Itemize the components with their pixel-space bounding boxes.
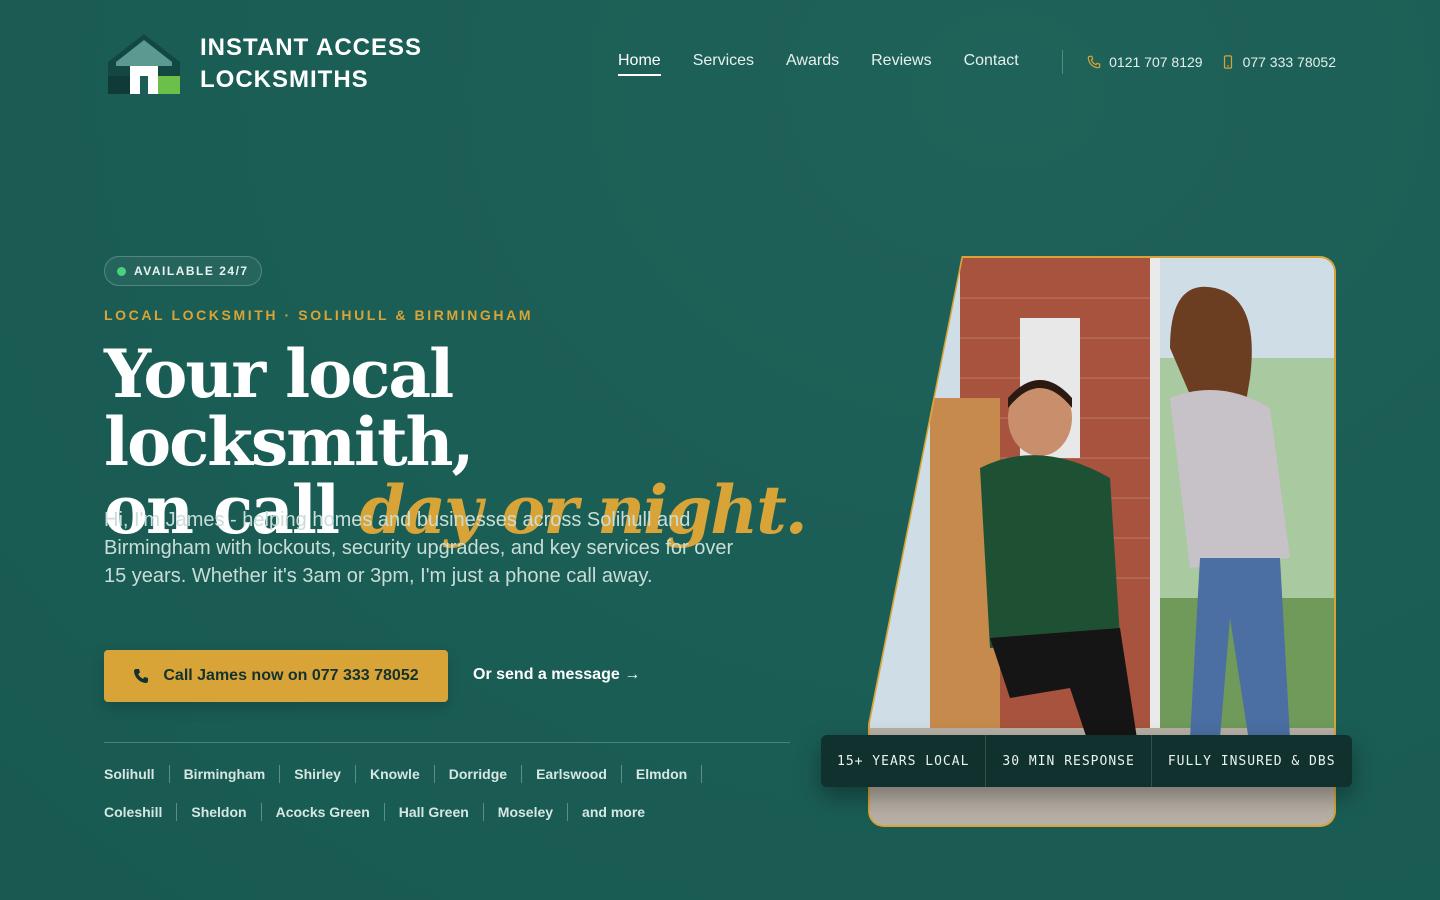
brand-line-2: LOCKSMITHS — [200, 66, 369, 93]
status-dot — [117, 266, 126, 276]
area-separator — [433, 765, 435, 783]
service-areas: Solihull Birmingham Shirley Knowle Dorri… — [104, 765, 744, 821]
mobile-phone-icon — [1223, 55, 1232, 69]
cta-label: Call James now on 077 333 78052 — [163, 667, 419, 684]
landline-link[interactable]: 0121 707 8129 — [1087, 54, 1203, 70]
area-label: Knowle — [369, 766, 420, 782]
phone-icon — [1087, 55, 1101, 69]
nav-home[interactable]: Home — [618, 52, 661, 76]
area-item[interactable]: Knowle — [370, 765, 449, 783]
brand-line-1: INSTANT ACCESS — [200, 34, 423, 61]
landline-number: 0121 707 8129 — [1109, 54, 1203, 70]
area-label: Shirley — [294, 766, 341, 782]
mobile-number: 077 333 78052 — [1242, 54, 1336, 70]
area-item[interactable]: Elmdon — [636, 765, 716, 783]
call-james-button[interactable]: Call James now on 077 333 78052 — [104, 650, 448, 702]
stat-insured: FULLY INSURED & DBS — [1150, 735, 1352, 787]
brand-name[interactable]: INSTANT ACCESS LOCKSMITHS — [200, 32, 422, 96]
area-item[interactable]: Coleshill — [104, 803, 191, 821]
nav-divider — [1062, 50, 1063, 74]
area-separator — [354, 765, 356, 783]
hero-eyebrow: LOCAL LOCKSMITH · SOLIHULL & BIRMINGHAM — [104, 307, 534, 323]
area-label: Hall Green — [398, 804, 469, 820]
area-separator — [567, 803, 569, 821]
area-label: Acocks Green — [275, 804, 370, 820]
area-separator — [279, 765, 281, 783]
site-header: INSTANT ACCESS LOCKSMITHS Home Services … — [104, 30, 1336, 100]
stats-bar: 15+ YEARS LOCAL 30 MIN RESPONSE FULLY IN… — [821, 735, 1352, 787]
divider — [104, 742, 790, 743]
hero-intro: Hi, I'm James - helping homes and busine… — [104, 509, 734, 587]
area-label: Elmdon — [635, 766, 688, 782]
stat-years: 15+ YEARS LOCAL — [837, 753, 970, 769]
area-item[interactable]: Hall Green — [399, 803, 498, 821]
area-item[interactable]: Sheldon — [191, 803, 275, 821]
area-item[interactable]: Earlswood — [536, 765, 636, 783]
area-label: Coleshill — [104, 804, 163, 820]
area-item[interactable]: Solihull — [104, 765, 184, 783]
availability-badge: AVAILABLE 24/7 — [104, 256, 262, 286]
headline-line-1: Your local locksmith, — [104, 335, 475, 481]
header-phones: 0121 707 8129 077 333 78052 — [1087, 54, 1336, 70]
area-label: Solihull — [104, 766, 155, 782]
area-item[interactable]: Dorridge — [449, 765, 536, 783]
mobile-link[interactable]: 077 333 78052 — [1221, 54, 1336, 70]
area-separator — [482, 803, 484, 821]
area-label: Dorridge — [448, 766, 508, 782]
area-item[interactable]: Shirley — [294, 765, 370, 783]
send-message-link[interactable]: Or send a message → — [473, 666, 640, 684]
area-item[interactable]: Acocks Green — [276, 803, 399, 821]
house-logo-icon[interactable] — [104, 32, 184, 96]
area-separator — [176, 803, 178, 821]
area-separator — [521, 765, 523, 783]
area-label: Birmingham — [183, 766, 266, 782]
area-item-more[interactable]: and more — [582, 803, 645, 821]
nav-reviews[interactable]: Reviews — [871, 52, 931, 76]
nav-contact[interactable]: Contact — [964, 52, 1019, 76]
main-nav: Home Services Awards Reviews Contact — [618, 52, 1019, 76]
nav-services[interactable]: Services — [693, 52, 754, 76]
phone-icon — [134, 669, 149, 683]
stat-response: 30 MIN RESPONSE — [985, 735, 1150, 787]
area-separator — [168, 765, 170, 783]
area-separator — [260, 803, 262, 821]
nav-awards[interactable]: Awards — [786, 52, 839, 76]
area-separator — [383, 803, 385, 821]
availability-text: AVAILABLE 24/7 — [134, 264, 249, 278]
area-label: Earlswood — [536, 766, 607, 782]
area-item[interactable]: Birmingham — [184, 765, 295, 783]
area-separator — [620, 765, 622, 783]
area-item[interactable]: Moseley — [498, 803, 582, 821]
area-label: Moseley — [497, 804, 554, 820]
area-separator — [701, 765, 703, 783]
area-label: Sheldon — [191, 804, 247, 820]
area-label: and more — [582, 804, 646, 820]
